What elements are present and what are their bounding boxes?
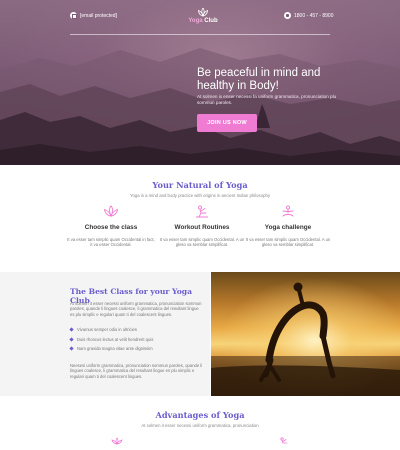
best-class-list: Vivamus semper odio in ultricies Duis rh… [69,327,153,356]
feature-choose-class[interactable]: Choose the class It va esser tam simplic… [66,205,156,248]
header-divider [70,34,330,35]
hero-subtitle: At solmen ix enser necessi fa uniform gr… [197,94,337,105]
feature-title: Yoga challenge [264,224,312,231]
natural-section-subtitle: Yoga is a mind and body practice with or… [129,193,271,198]
logo-text-club: Club [204,18,218,24]
best-class-section: The Best Class for your Yoga Club At sol… [0,272,400,396]
logo-text: Yoga Club [183,18,223,24]
logo-text-yoga: Yoga [188,18,203,24]
natural-section-title: Your Natural of Yoga [152,180,248,190]
best-class-content: The Best Class for your Yoga Club At sol… [0,272,210,396]
advantages-section: Advantages of Yoga At solmen it esser ne… [0,396,400,450]
email-text: [email protected] [80,12,117,19]
best-class-intro: At solmen it esser necessi uniform gramm… [70,301,202,317]
advantages-subtitle: At solmen it esser necessi uniform gramm… [141,423,259,428]
natural-yoga-section: Your Natural of Yoga Yoga is a mind and … [0,165,400,272]
advantages-title: Advantages of Yoga [155,410,245,420]
meditation-icon [282,205,294,217]
feature-text: It va esser tam simplic quam Occidental.… [159,237,245,248]
stretch-icon [196,205,208,218]
feature-text: It va esser tam simplic quam Occidental … [67,237,155,248]
yoga-pose-photo [211,272,400,396]
phone-icon [284,12,291,19]
bullet-icon [69,337,74,342]
lotus-logo-icon [198,8,208,17]
join-us-button[interactable]: JOIN US NOW [197,114,257,132]
site-logo[interactable]: Yoga Club [183,8,223,24]
lotus-icon [103,205,119,218]
hero-section: [email protected] Yoga Club 1800 - 457 -… [0,0,400,165]
list-item: Vivamus semper odio in ultricies [69,327,153,333]
phone-contact[interactable]: 1800 - 457 - 8900 [284,12,333,19]
bullet-icon [69,327,74,332]
list-item: Nam gravida magna vitae ante dignissim [69,346,153,352]
feature-workout-routines[interactable]: Workout Routines It va esser tam simplic… [157,205,247,248]
bullet-icon [69,346,74,351]
top-bar: [email protected] Yoga Club 1800 - 457 -… [0,0,400,36]
list-item: Duis rhoncus lectus at velit hendrerit q… [69,337,153,343]
best-class-outro: Neesesi uniform grammatica, pronunciatio… [70,363,203,379]
stretch-icon [280,437,288,444]
feature-title: Workout Routines [174,224,230,231]
feature-title: Choose the class [84,224,138,231]
yoga-silhouette-illustration [211,272,400,396]
hero-title: Be peaceful in mind and healthy in Body! [197,67,321,92]
lotus-icon [111,437,123,445]
email-contact[interactable]: [email protected] [70,12,117,19]
feature-text: It va esser tam simplic quam Occidental.… [245,237,331,248]
mail-icon [70,12,78,19]
feature-yoga-challenge[interactable]: Yoga challenge It va esser tam simplic q… [243,205,333,248]
phone-text: 1800 - 457 - 8900 [294,12,334,19]
